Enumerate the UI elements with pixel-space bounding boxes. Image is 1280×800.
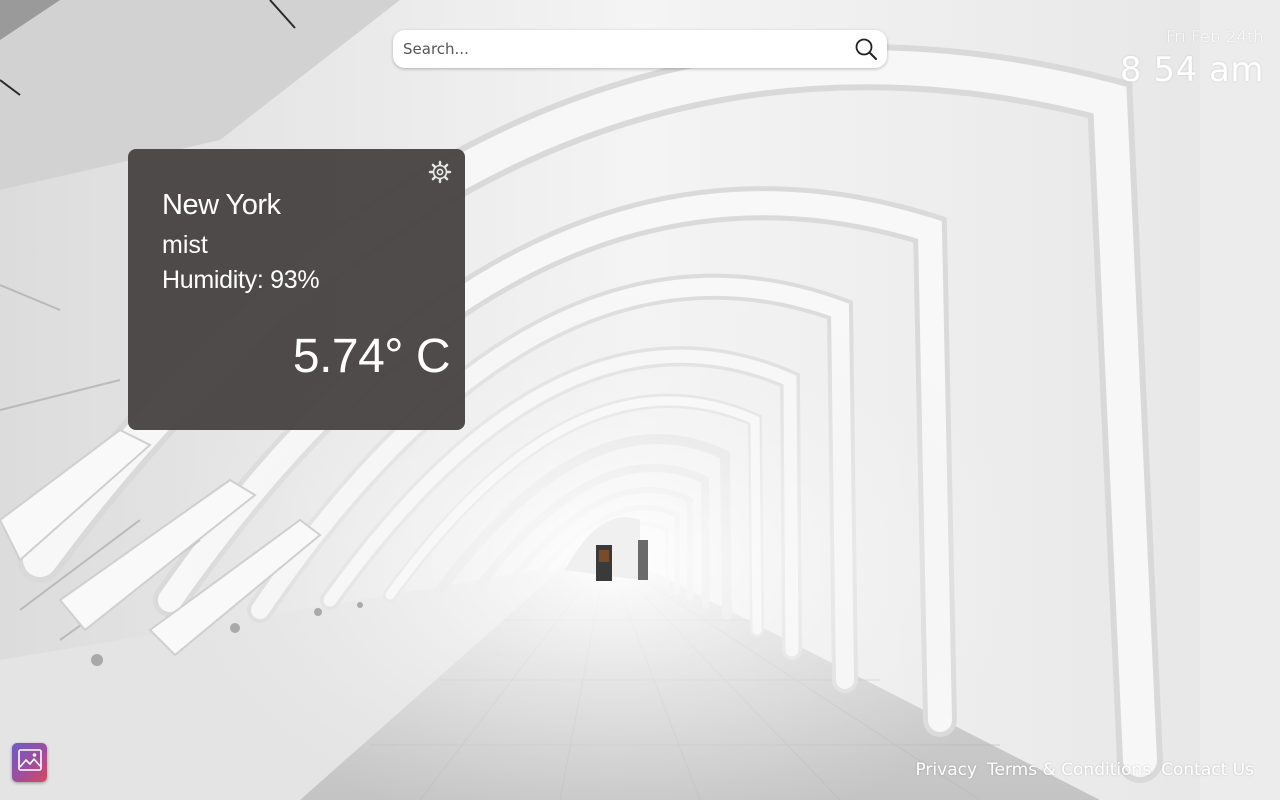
weather-city: New York xyxy=(162,189,281,221)
terms-link[interactable]: Terms & Conditions xyxy=(987,760,1151,780)
gear-icon[interactable] xyxy=(428,160,452,184)
humidity-label: Humidity: xyxy=(162,266,264,294)
search-input[interactable] xyxy=(393,30,851,68)
weather-temperature: 5.74° C xyxy=(292,330,451,383)
contact-link[interactable]: Contact Us xyxy=(1161,760,1254,780)
change-wallpaper-button[interactable] xyxy=(12,743,47,782)
new-tab-page: Fri Feb 24th 8 54 am xyxy=(0,0,1280,800)
clock-time: 8 54 am xyxy=(1120,50,1264,90)
weather-humidity: Humidity: 93% xyxy=(162,266,320,295)
clock-date: Fri Feb 24th xyxy=(1166,27,1264,46)
weather-card: New York mist Humidity: 93% 5.74° C xyxy=(128,149,465,430)
footer-links: Privacy Terms & Conditions Contact Us xyxy=(915,760,1254,780)
search-bar xyxy=(393,30,887,68)
humidity-value: 93% xyxy=(270,266,320,294)
image-icon xyxy=(17,748,43,777)
search-icon[interactable] xyxy=(851,34,881,64)
clock-widget: Fri Feb 24th 8 54 am xyxy=(1120,27,1264,90)
privacy-link[interactable]: Privacy xyxy=(915,760,977,780)
weather-condition: mist xyxy=(162,231,208,259)
